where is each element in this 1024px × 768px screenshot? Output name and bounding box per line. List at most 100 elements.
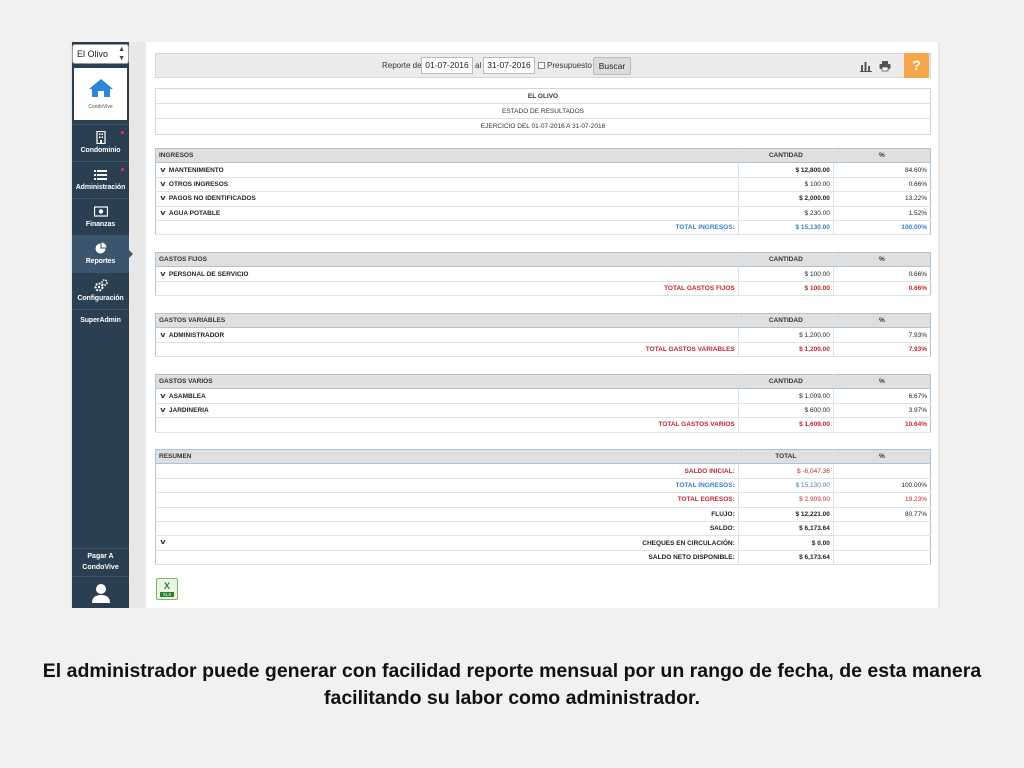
pay-condovive-link[interactable]: Pagar A CondoVive: [72, 548, 129, 574]
excel-icon: X: [163, 581, 170, 591]
row-pct: 6.67%: [832, 388, 931, 404]
notification-dot: [121, 131, 124, 134]
date-to-input[interactable]: 31-07-2016: [483, 57, 535, 74]
export-excel-button[interactable]: X XLS: [156, 578, 178, 600]
summary-row: SALDO NETO DISPONIBLE: $ 6,173.64: [155, 550, 931, 566]
total-amount: $ 15,130.00: [737, 220, 834, 236]
sidebar-item-administracion[interactable]: Administración: [72, 161, 129, 198]
chevron-down-icon[interactable]: v: [160, 167, 165, 174]
sidebar: El Olivo ▲ ▼ CondoVive Condominio Admini…: [72, 42, 133, 608]
user-menu[interactable]: [72, 576, 129, 608]
col-pct-header: %: [832, 148, 931, 164]
sidebar-item-reportes[interactable]: Reportes: [72, 235, 133, 272]
table-row[interactable]: v MANTENIMIENTO $ 12,800.00 84.60%: [155, 162, 931, 178]
summary-value: $ 15,130.00: [737, 478, 834, 494]
report-toolbar: Reporte del 01-07-2016 al 31-07-2016 Pre…: [155, 53, 931, 78]
chevron-down-icon[interactable]: v: [160, 195, 165, 202]
condominium-select[interactable]: El Olivo ▲ ▼: [72, 44, 129, 64]
summary-label: FLUJO:: [155, 507, 739, 522]
sidebar-item-finanzas[interactable]: Finanzas: [72, 198, 129, 235]
row-pct: 7.93%: [832, 327, 931, 343]
pay-label-line1: Pagar A: [87, 553, 114, 560]
summary-row: FLUJO: $ 12,221.00 80.77%: [155, 507, 931, 522]
summary-label: TOTAL EGRESOS:: [155, 492, 739, 508]
table-row[interactable]: v ADMINISTRADOR $ 1,200.00 7.93%: [155, 327, 931, 343]
row-label: MANTENIMIENTO: [168, 166, 224, 174]
pay-label-line2: CondoVive: [82, 564, 119, 571]
report-subtitle: ESTADO DE RESULTADOS: [156, 104, 930, 119]
row-amount: $ 100.00: [737, 266, 834, 282]
section-title: RESUMEN: [155, 449, 739, 465]
row-amount: $ 1,009.00: [737, 388, 834, 404]
chevron-down-icon[interactable]: v: [160, 539, 165, 546]
presupuesto-checkbox[interactable]: [538, 62, 545, 69]
table-row[interactable]: v PAGOS NO IDENTIFICADOS $ 2,000.00 13.22…: [155, 191, 931, 207]
sidebar-item-condominio[interactable]: Condominio: [72, 124, 129, 161]
sidebar-item-superadmin[interactable]: SuperAdmin: [72, 309, 129, 331]
list-icon: [94, 170, 107, 180]
search-button[interactable]: Buscar: [593, 57, 631, 75]
sidebar-item-label: Reportes: [85, 258, 116, 265]
chevron-down-icon[interactable]: v: [160, 271, 165, 278]
col-amount-header: CANTIDAD: [737, 148, 834, 164]
logo[interactable]: CondoVive: [74, 68, 127, 120]
summary-row: SALDO: $ 6,173.64: [155, 521, 931, 537]
help-button[interactable]: ?: [904, 53, 929, 78]
report-name: EL OLIVO: [156, 89, 930, 104]
section-title: INGRESOS: [155, 148, 739, 164]
chevron-down-icon[interactable]: v: [160, 181, 165, 188]
table-row[interactable]: v OTROS INGRESOS $ 100.00 0.66%: [155, 177, 931, 193]
total-pct: 0.66%: [832, 281, 931, 297]
ingresos-table: INGRESOS CANTIDAD % v MANTENIMIENTO $ 12,…: [155, 148, 931, 236]
summary-row: TOTAL EGRESOS: $ 2,909.00 19.23%: [155, 492, 931, 508]
total-pct: 7.93%: [832, 342, 931, 358]
chevron-down-icon[interactable]: v: [160, 332, 165, 339]
gastos-varios-table: GASTOS VARIOS CANTIDAD % v ASAMBLEA $ 1,0…: [155, 374, 931, 433]
row-amount: $ 600.00: [737, 403, 834, 419]
total-row: TOTAL GASTOS FIJOS $ 100.00 0.66%: [155, 281, 931, 297]
total-row: TOTAL INGRESOS: $ 15,130.00 100.00%: [155, 220, 931, 236]
row-pct: 1.52%: [832, 206, 931, 221]
date-from-input[interactable]: 01-07-2016: [421, 57, 473, 74]
total-pct: 10.64%: [832, 417, 931, 433]
section-title: GASTOS FIJOS: [155, 252, 739, 268]
row-pct: 3.97%: [832, 403, 931, 419]
table-row[interactable]: v ASAMBLEA $ 1,009.00 6.67%: [155, 388, 931, 404]
total-label: TOTAL GASTOS VARIABLES: [155, 342, 739, 358]
row-label: ADMINISTRADOR: [168, 331, 225, 339]
summary-value: $ 12,221.00: [737, 507, 834, 522]
presupuesto-label: Presupuesto: [547, 61, 592, 70]
table-row[interactable]: v PERSONAL DE SERVICIO $ 100.00 0.66%: [155, 266, 931, 282]
home-icon: [88, 79, 113, 97]
section-title: GASTOS VARIABLES: [155, 313, 739, 329]
chevron-down-icon[interactable]: v: [160, 407, 165, 414]
al-label: al: [475, 61, 482, 70]
total-amount: $ 1,200.00: [737, 342, 834, 358]
summary-label: CHEQUES EN CIRCULACIÓN:: [642, 539, 735, 547]
summary-row[interactable]: v CHEQUES EN CIRCULACIÓN: $ 0.00: [155, 535, 931, 551]
col-pct-header: %: [832, 252, 931, 268]
gastos-variables-table: GASTOS VARIABLES CANTIDAD % v ADMINISTRAD…: [155, 313, 931, 358]
total-label: TOTAL GASTOS VARIOS: [155, 417, 739, 433]
total-label: TOTAL GASTOS FIJOS: [155, 281, 739, 297]
table-row[interactable]: v JARDINERIA $ 600.00 3.97%: [155, 403, 931, 419]
table-row[interactable]: v AGUA POTABLE $ 230.00 1.52%: [155, 206, 931, 221]
sidebar-item-configuracion[interactable]: Configuración: [72, 272, 129, 309]
print-icon[interactable]: [879, 60, 891, 72]
chevron-down-icon[interactable]: v: [160, 210, 165, 217]
summary-value: $ 6,173.64: [737, 521, 834, 537]
building-icon: [95, 131, 106, 144]
app-window: El Olivo ▲ ▼ CondoVive Condominio Admini…: [70, 42, 940, 608]
report-header: EL OLIVO ESTADO DE RESULTADOS EJERCICIO …: [155, 88, 931, 135]
resumen-table: RESUMEN TOTAL % SALDO INICIAL: $ -6,047.…: [155, 449, 931, 566]
chevron-down-icon[interactable]: v: [160, 393, 165, 400]
select-arrows-icon: ▲ ▼: [118, 46, 125, 62]
total-label: TOTAL INGRESOS:: [155, 220, 739, 236]
sidebar-item-label: SuperAdmin: [80, 317, 121, 324]
summary-pct: 19.23%: [832, 492, 931, 508]
row-label: JARDINERIA: [168, 406, 209, 414]
notification-dot: [121, 168, 124, 171]
row-label: PERSONAL DE SERVICIO: [168, 270, 249, 278]
user-icon: [91, 584, 110, 603]
chart-icon[interactable]: [860, 60, 872, 72]
